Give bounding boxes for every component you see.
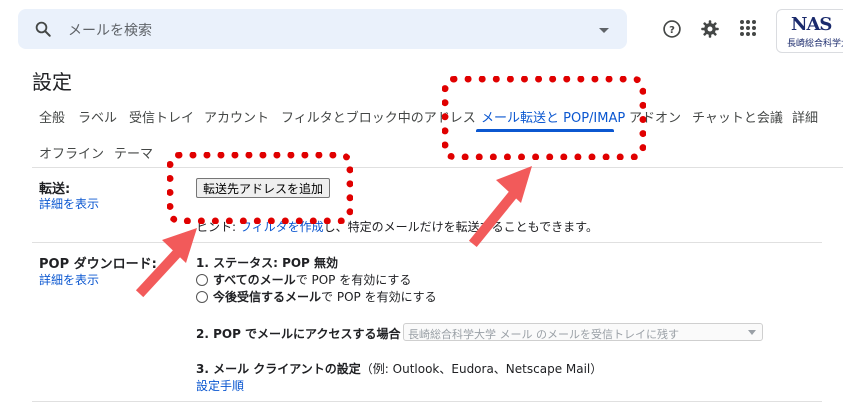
arrow-to-button-icon xyxy=(135,228,197,298)
arrow-to-tab-icon xyxy=(468,166,532,248)
annotation-arrows xyxy=(135,166,532,298)
